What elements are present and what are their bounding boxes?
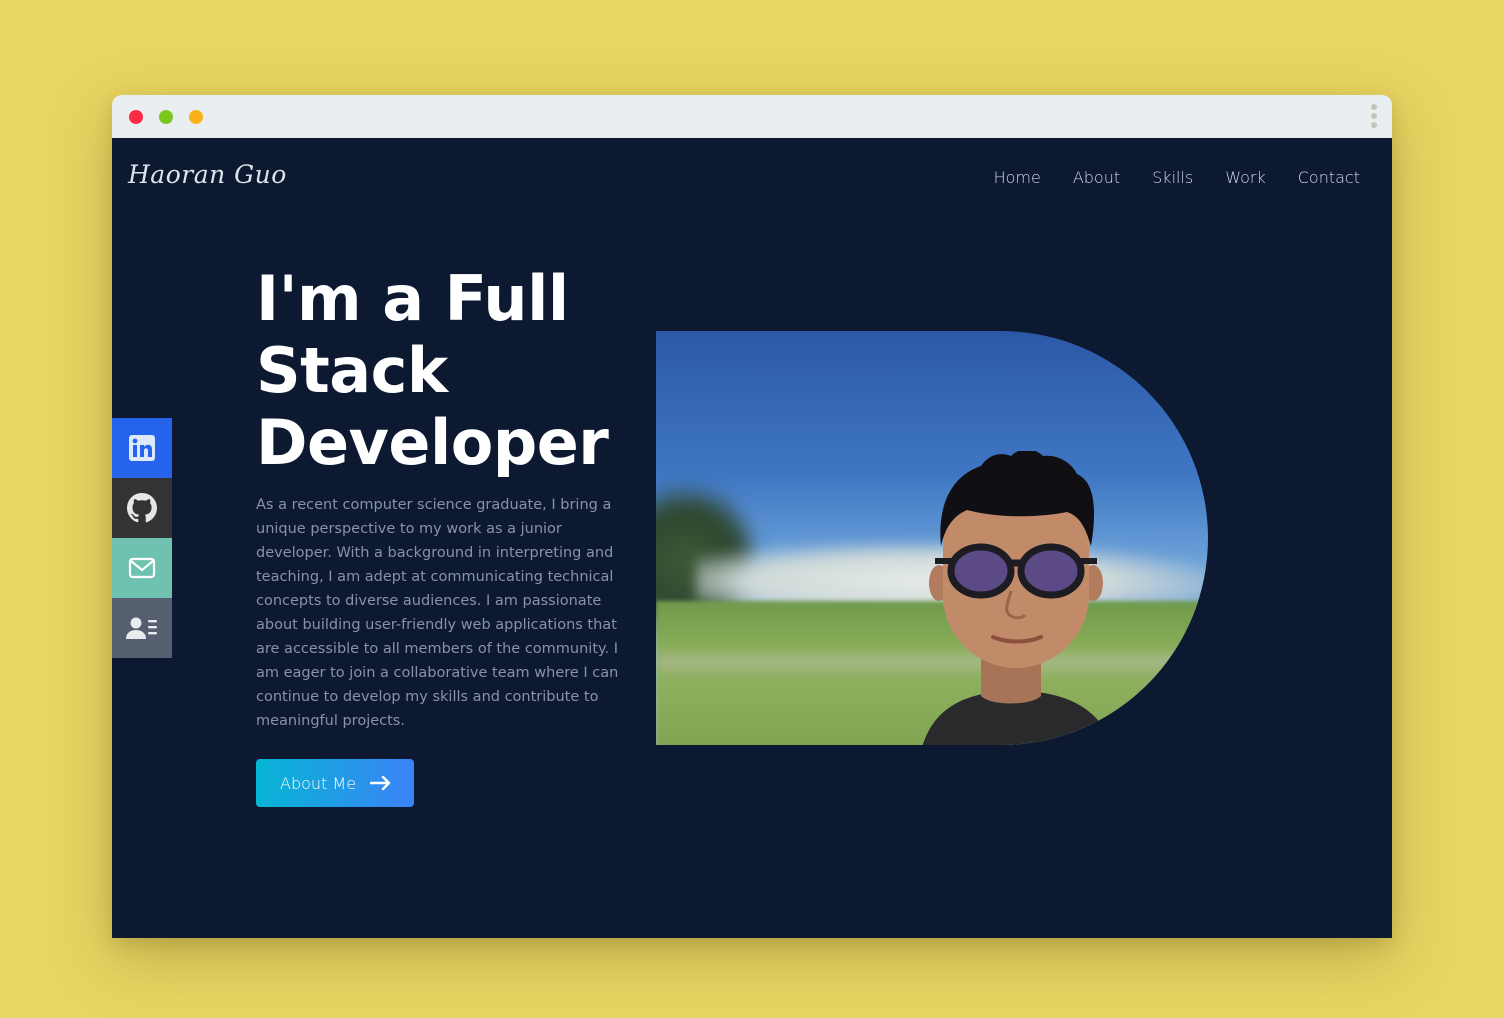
resume-link[interactable] — [112, 598, 172, 658]
resume-icon — [126, 617, 157, 639]
linkedin-icon — [129, 435, 155, 461]
maximize-window-button[interactable] — [159, 110, 173, 124]
hero-title-line-2: Stack — [256, 334, 448, 407]
hero-title: I'm a Full Stack Developer — [256, 263, 656, 479]
nav-item-about[interactable]: About — [1073, 168, 1120, 187]
main-nav: Home About Skills Work Contact — [962, 168, 1360, 187]
person-portrait — [922, 451, 1114, 745]
portfolio-page: Haoran Guo Home About Skills Work Contac… — [112, 138, 1392, 938]
linkedin-link[interactable] — [112, 418, 172, 478]
arrow-right-icon — [370, 775, 391, 791]
github-icon — [127, 493, 157, 523]
minimize-window-button[interactable] — [189, 110, 203, 124]
email-link[interactable] — [112, 538, 172, 598]
hero-description: As a recent computer science graduate, I… — [256, 497, 619, 729]
nav-item-home[interactable]: Home — [994, 168, 1041, 187]
github-link[interactable] — [112, 478, 172, 538]
browser-window: Haoran Guo Home About Skills Work Contac… — [112, 95, 1392, 938]
nav-item-work[interactable]: Work — [1225, 168, 1266, 187]
nav-item-skills[interactable]: Skills — [1152, 168, 1193, 187]
hero-title-line-3: Developer — [256, 406, 609, 479]
mail-icon — [128, 557, 156, 579]
more-options-icon[interactable] — [1370, 104, 1378, 130]
profile-photo — [656, 331, 1208, 745]
brand-logo[interactable]: Haoran Guo — [128, 160, 287, 189]
hero-title-line-1: I'm a Full — [256, 262, 569, 335]
nav-item-contact[interactable]: Contact — [1298, 168, 1360, 187]
social-sidebar — [112, 418, 172, 658]
about-me-button[interactable]: About Me — [256, 759, 414, 807]
window-titlebar — [112, 95, 1392, 138]
about-me-button-label: About Me — [280, 773, 357, 793]
close-window-button[interactable] — [129, 110, 143, 124]
